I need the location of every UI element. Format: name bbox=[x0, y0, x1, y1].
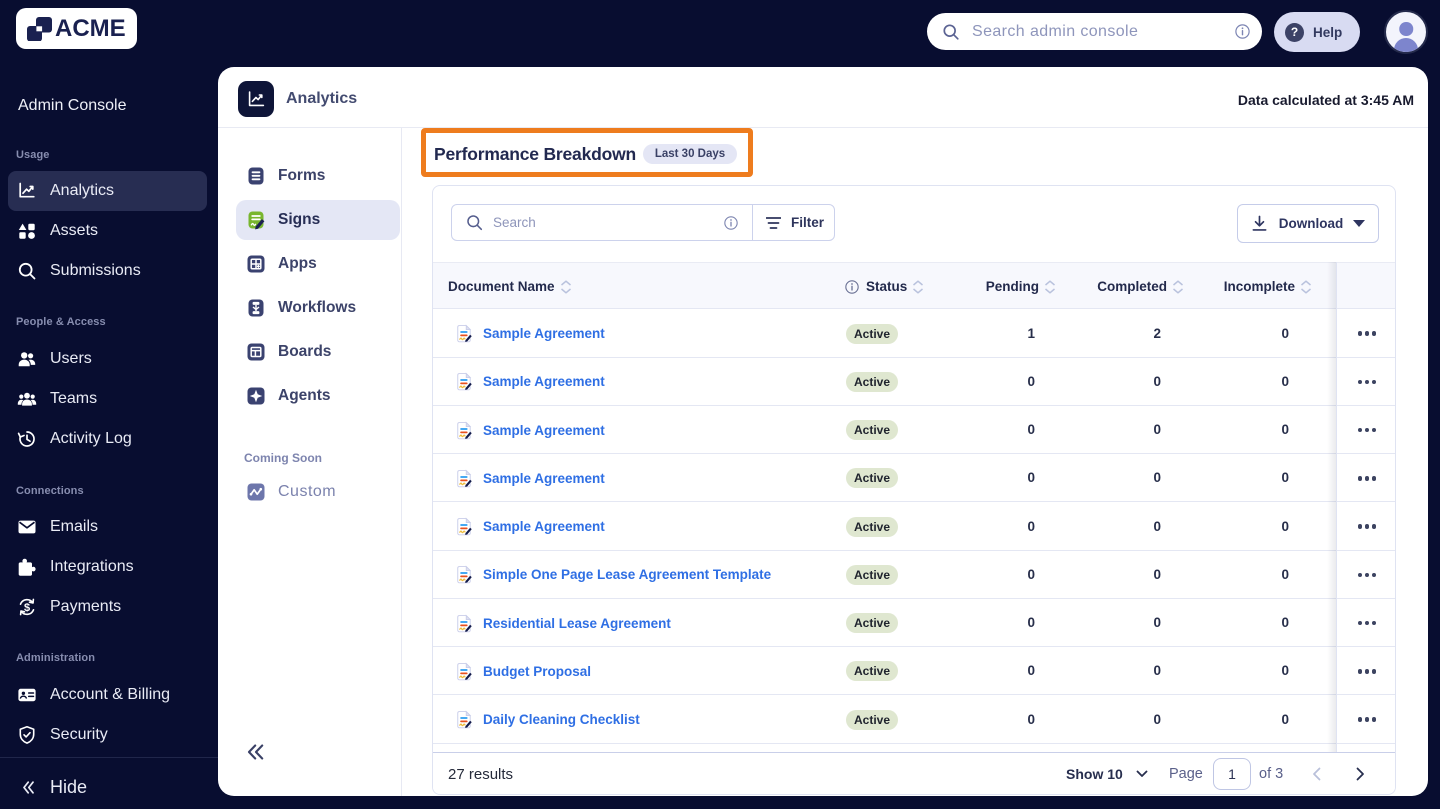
svg-text:$: $ bbox=[24, 602, 30, 614]
